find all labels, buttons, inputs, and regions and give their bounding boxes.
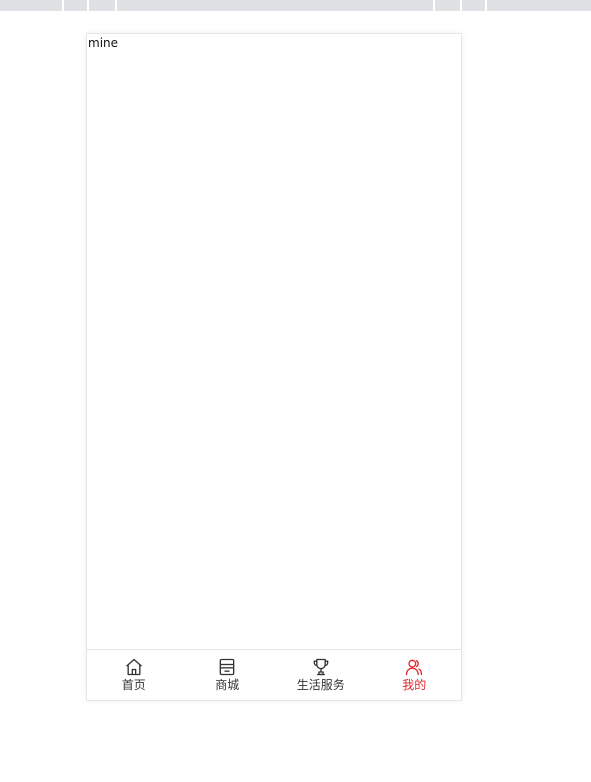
tab-shop-label: 商城 (215, 678, 240, 692)
tab-home[interactable]: 首页 (87, 650, 181, 700)
tab-shop[interactable]: 商城 (181, 650, 275, 700)
tab-mine[interactable]: 我的 (368, 650, 462, 700)
toolbar-divider (433, 0, 435, 11)
devtools-toolbar (0, 0, 591, 11)
home-icon (125, 658, 142, 676)
tab-life-services-label: 生活服务 (296, 678, 345, 692)
mine-page: mine (87, 34, 461, 649)
trophy-icon (313, 658, 329, 676)
page-content-text: mine (88, 36, 119, 50)
toolbar-divider (62, 0, 64, 11)
tab-home-label: 首页 (121, 678, 146, 692)
toolbar-divider (460, 0, 462, 11)
user-icon (406, 659, 423, 676)
mobile-viewport: mine 首页 商城 生活服务 我的 (86, 33, 462, 701)
tab-mine-label: 我的 (402, 678, 427, 692)
toolbar-divider (87, 0, 89, 11)
toolbar-divider (115, 0, 117, 11)
shop-icon (219, 658, 235, 676)
toolbar-divider (485, 0, 487, 11)
bottom-tab-bar: 首页 商城 生活服务 我的 (87, 649, 461, 700)
tab-life-services[interactable]: 生活服务 (274, 650, 368, 700)
